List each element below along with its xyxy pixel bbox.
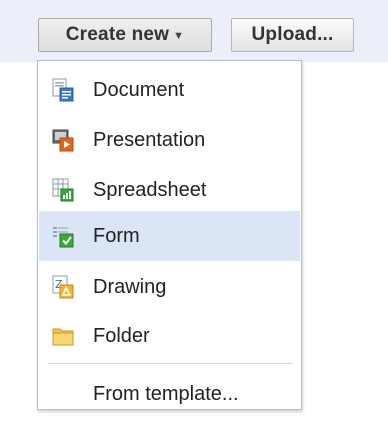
menu-item-label: Form [93, 224, 140, 247]
menu-item-spreadsheet[interactable]: Spreadsheet [39, 165, 300, 215]
create-new-button[interactable]: Create new ▼ [38, 18, 212, 52]
menu-item-drawing[interactable]: Z Drawing [39, 262, 300, 312]
upload-button[interactable]: Upload... [231, 18, 354, 52]
menu-item-label: Drawing [93, 275, 167, 298]
dropdown-arrow-icon: ▼ [173, 30, 185, 42]
spreadsheet-icon [52, 178, 74, 202]
menu-item-label: Document [93, 78, 185, 101]
document-icon [52, 78, 74, 102]
drawing-icon: Z [52, 275, 74, 299]
menu-item-presentation[interactable]: Presentation [39, 115, 300, 165]
menu-item-label: Folder [93, 324, 150, 347]
presentation-icon [52, 128, 74, 152]
menu-item-label: Spreadsheet [93, 178, 207, 201]
upload-label: Upload... [251, 24, 334, 45]
menu-item-document[interactable]: Document [39, 65, 300, 115]
menu-item-folder[interactable]: Folder [39, 311, 300, 361]
folder-icon [52, 324, 74, 348]
menu-item-label: Presentation [93, 128, 206, 151]
menu-item-from-template[interactable]: From template... [39, 369, 300, 419]
form-icon [52, 224, 74, 248]
menu-separator [48, 363, 293, 364]
create-new-menu: Document Presentation Spreadsheet Form Z… [37, 60, 302, 410]
create-new-label: Create new [65, 24, 170, 45]
menu-item-form[interactable]: Form [39, 211, 300, 261]
menu-item-label: From template... [93, 382, 239, 405]
